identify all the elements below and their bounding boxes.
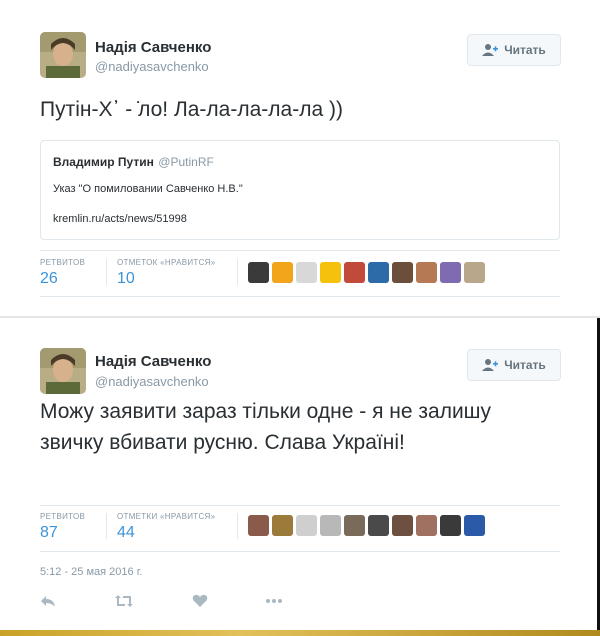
author-name[interactable]: Надія Савченко (95, 353, 211, 370)
liker-avatar[interactable] (440, 262, 461, 283)
tweet-timestamp[interactable]: 5:12 - 25 мая 2016 г. (40, 566, 142, 578)
liker-avatar[interactable] (296, 515, 317, 536)
quoted-tweet-text: Указ "О помиловании Савченко Н.В." (53, 183, 243, 195)
liker-avatar[interactable] (272, 515, 293, 536)
retweet-icon (115, 595, 133, 607)
follow-person-plus-icon (482, 44, 499, 56)
stats-separator (237, 259, 238, 285)
likes-label: ОТМЕТКИ «НРАВИТСЯ» (117, 512, 216, 521)
quoted-author-handle: @PutinRF (158, 155, 214, 169)
liker-avatar[interactable] (368, 515, 389, 536)
retweet-button[interactable] (115, 594, 133, 610)
like-button[interactable] (192, 594, 208, 610)
liker-avatar[interactable] (416, 262, 437, 283)
liker-avatar[interactable] (320, 262, 341, 283)
reply-icon (41, 596, 55, 607)
liker-avatar[interactable] (344, 262, 365, 283)
quoted-tweet[interactable]: Владимир Путин @PutinRF Указ "О помилова… (40, 140, 560, 240)
liker-avatar[interactable] (320, 515, 341, 536)
follow-label: Читать (504, 358, 546, 372)
liker-avatar[interactable] (368, 262, 389, 283)
liker-avatar[interactable] (440, 515, 461, 536)
likers-avatars (248, 515, 485, 536)
likers-avatars (248, 262, 485, 283)
liker-avatar[interactable] (464, 515, 485, 536)
follow-button[interactable]: Читать (467, 349, 561, 381)
follow-button[interactable]: Читать (467, 34, 561, 66)
stats-separator (237, 513, 238, 539)
tweet-card: Надія Савченко @nadiyasavchenko Читать П… (0, 0, 600, 316)
liker-avatar[interactable] (296, 262, 317, 283)
author-handle[interactable]: @nadiyasavchenko (95, 374, 209, 389)
stats-divider (40, 551, 560, 552)
stats-separator (106, 259, 107, 285)
author-name[interactable]: Надія Савченко (95, 39, 211, 56)
more-dots-icon (266, 599, 282, 603)
bottom-border (0, 630, 600, 636)
avatar[interactable] (40, 348, 86, 394)
retweets-count[interactable]: 26 (40, 270, 58, 288)
more-button[interactable] (265, 594, 283, 610)
quoted-tweet-link[interactable]: kremlin.ru/acts/news/51998 (53, 213, 547, 225)
liker-avatar[interactable] (272, 262, 293, 283)
liker-avatar[interactable] (344, 515, 365, 536)
liker-avatar[interactable] (392, 262, 413, 283)
like-heart-icon (192, 594, 208, 607)
likes-count[interactable]: 10 (117, 270, 135, 288)
avatar[interactable] (40, 32, 86, 78)
tweet-text: Путін-Х᾿ - ̇ло! Ла-ла-ла-ла-ла )) (40, 98, 343, 121)
follow-label: Читать (504, 43, 546, 57)
retweets-label: РЕТВИТОВ (40, 258, 86, 267)
liker-avatar[interactable] (248, 262, 269, 283)
quoted-tweet-header: Владимир Путин @PutinRF (53, 153, 547, 171)
retweets-label: РЕТВИТОВ (40, 512, 86, 521)
reply-button[interactable] (40, 594, 56, 610)
author-handle[interactable]: @nadiyasavchenko (95, 59, 209, 74)
likes-count[interactable]: 44 (117, 524, 135, 542)
quoted-author-name: Владимир Путин (53, 155, 154, 169)
tweet-card: Надія Савченко @nadiyasavchenko Читать М… (0, 318, 600, 628)
stats-divider (40, 296, 560, 297)
follow-person-plus-icon (482, 359, 499, 371)
liker-avatar[interactable] (416, 515, 437, 536)
tweet-text: Можу заявити зараз тільки одне - я не за… (40, 400, 492, 454)
likes-label: ОТМЕТОК «НРАВИТСЯ» (117, 258, 216, 267)
stats-divider (40, 505, 560, 506)
liker-avatar[interactable] (392, 515, 413, 536)
stats-divider (40, 250, 560, 251)
stats-separator (106, 513, 107, 539)
retweets-count[interactable]: 87 (40, 524, 58, 542)
liker-avatar[interactable] (248, 515, 269, 536)
liker-avatar[interactable] (464, 262, 485, 283)
